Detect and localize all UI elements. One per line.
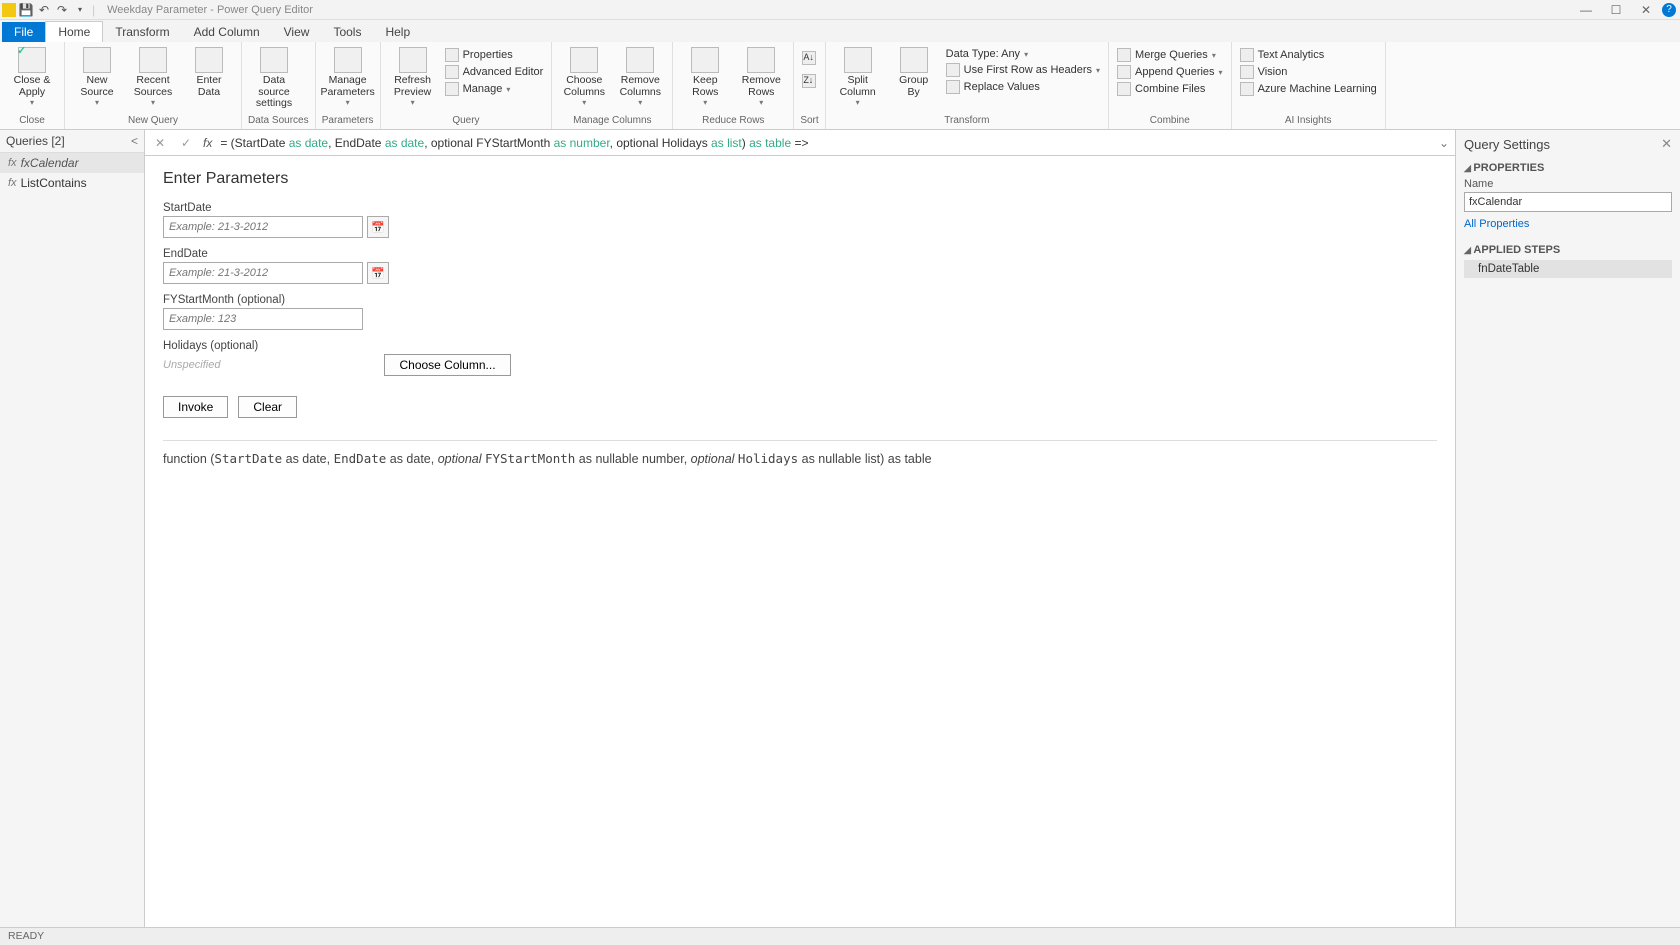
enter-data-button[interactable]: EnterData [183,45,235,98]
fystartmonth-label: FYStartMonth (optional) [163,294,1437,306]
close-settings-icon[interactable]: ✕ [1661,136,1672,152]
manage-query-button[interactable]: Manage [443,81,546,97]
qat-dropdown-icon[interactable]: ▾ [72,2,88,18]
collapse-queries-icon[interactable]: < [131,134,138,148]
data-type-button[interactable]: Data Type: Any [944,47,1102,61]
applied-steps-section: APPLIED STEPS [1464,244,1672,256]
queries-pane: Queries [2] < fx fxCalendar fx ListConta… [0,130,145,927]
properties-button[interactable]: Properties [443,47,546,63]
tab-transform[interactable]: Transform [103,22,181,42]
name-label: Name [1464,178,1672,190]
advanced-editor-button[interactable]: Advanced Editor [443,64,546,80]
status-text: READY [8,930,44,942]
applied-step-fndatetable[interactable]: fnDateTable [1464,260,1672,278]
sort-desc-button[interactable]: Z↓ [800,70,818,92]
fx-icon[interactable]: fx [203,136,212,150]
azure-ml-button[interactable]: Azure Machine Learning [1238,81,1379,97]
function-icon: fx [8,177,17,189]
query-name-input[interactable] [1464,192,1672,212]
enddate-datepicker-icon[interactable]: 📅 [367,262,389,284]
remove-columns-button[interactable]: RemoveColumns [614,45,666,107]
undo-icon[interactable]: ↶ [36,2,52,18]
app-icon [2,3,16,17]
tab-home[interactable]: Home [45,21,103,42]
properties-section: PROPERTIES [1464,162,1672,174]
use-first-row-headers-button[interactable]: Use First Row as Headers [944,62,1102,78]
formula-bar: ✕ ✓ fx = (StartDate as date, EndDate as … [145,130,1455,156]
formula-commit-icon[interactable]: ✓ [177,134,195,152]
group-by-button[interactable]: GroupBy [888,45,940,98]
window-title: Weekday Parameter - Power Query Editor [107,4,313,16]
status-bar: READY [0,927,1680,945]
append-queries-button[interactable]: Append Queries [1115,64,1225,80]
enter-parameters-title: Enter Parameters [163,170,1437,188]
choose-column-button[interactable]: Choose Column... [384,354,510,376]
query-settings-title: Query Settings [1464,137,1550,152]
split-column-button[interactable]: SplitColumn [832,45,884,107]
startdate-label: StartDate [163,202,1437,214]
enddate-input[interactable] [163,262,363,284]
function-signature: function (StartDate as date, EndDate as … [163,440,1437,466]
maximize-button[interactable]: ☐ [1602,1,1630,19]
holidays-label: Holidays (optional) [163,340,1437,352]
save-icon[interactable]: 💾 [18,2,34,18]
all-properties-link[interactable]: All Properties [1464,218,1529,230]
query-settings-pane: Query Settings ✕ PROPERTIES Name All Pro… [1455,130,1680,927]
ribbon-group-ai-insights: AI Insights [1238,113,1379,129]
minimize-button[interactable]: — [1572,1,1600,19]
titlebar: 💾 ↶ ↷ ▾ | Weekday Parameter - Power Quer… [0,0,1680,20]
refresh-preview-button[interactable]: RefreshPreview [387,45,439,107]
merge-queries-button[interactable]: Merge Queries [1115,47,1225,63]
query-item-fxcalendar[interactable]: fx fxCalendar [0,153,144,173]
main-pane: ✕ ✓ fx = (StartDate as date, EndDate as … [145,130,1455,927]
ribbon-group-reduce-rows: Reduce Rows [679,113,787,129]
ribbon-tabs: File Home Transform Add Column View Tool… [0,20,1680,42]
enddate-label: EndDate [163,248,1437,260]
fystartmonth-input[interactable] [163,308,363,330]
formula-expand-icon[interactable]: ⌄ [1439,136,1449,150]
startdate-datepicker-icon[interactable]: 📅 [367,216,389,238]
ribbon-group-close: Close [6,113,58,129]
data-source-settings-button[interactable]: Data sourcesettings [248,45,300,110]
tab-add-column[interactable]: Add Column [182,22,272,42]
holidays-unspecified: Unspecified [163,359,220,371]
ribbon-group-query: Query [387,113,546,129]
manage-parameters-button[interactable]: ManageParameters [322,45,374,107]
ribbon: Close &Apply Close NewSource RecentSourc… [0,42,1680,130]
clear-button[interactable]: Clear [238,396,297,418]
queries-header: Queries [2] [6,134,65,148]
ribbon-group-data-sources: Data Sources [248,113,309,129]
ribbon-group-new-query: New Query [71,113,235,129]
ribbon-group-manage-columns: Manage Columns [558,113,666,129]
startdate-input[interactable] [163,216,363,238]
ribbon-group-transform: Transform [832,113,1102,129]
ribbon-group-sort: Sort [800,113,818,129]
ribbon-group-combine: Combine [1115,113,1225,129]
function-icon: fx [8,157,17,169]
tab-tools[interactable]: Tools [321,22,373,42]
formula-cancel-icon[interactable]: ✕ [151,134,169,152]
tab-view[interactable]: View [272,22,322,42]
keep-rows-button[interactable]: KeepRows [679,45,731,107]
ribbon-group-parameters: Parameters [322,113,374,129]
remove-rows-button[interactable]: RemoveRows [735,45,787,107]
recent-sources-button[interactable]: RecentSources [127,45,179,107]
vision-button[interactable]: Vision [1238,64,1379,80]
redo-icon[interactable]: ↷ [54,2,70,18]
invoke-button[interactable]: Invoke [163,396,228,418]
text-analytics-button[interactable]: Text Analytics [1238,47,1379,63]
choose-columns-button[interactable]: ChooseColumns [558,45,610,107]
close-window-button[interactable]: ✕ [1632,1,1660,19]
formula-text[interactable]: = (StartDate as date, EndDate as date, o… [220,136,1431,150]
sort-asc-button[interactable]: A↓ [800,47,818,69]
close-apply-button[interactable]: Close &Apply [6,45,58,107]
tab-file[interactable]: File [2,22,45,42]
help-icon[interactable]: ? [1662,3,1676,17]
query-item-listcontains[interactable]: fx ListContains [0,173,144,193]
tab-help[interactable]: Help [373,22,422,42]
combine-files-button[interactable]: Combine Files [1115,81,1225,97]
new-source-button[interactable]: NewSource [71,45,123,107]
replace-values-button[interactable]: Replace Values [944,79,1102,95]
